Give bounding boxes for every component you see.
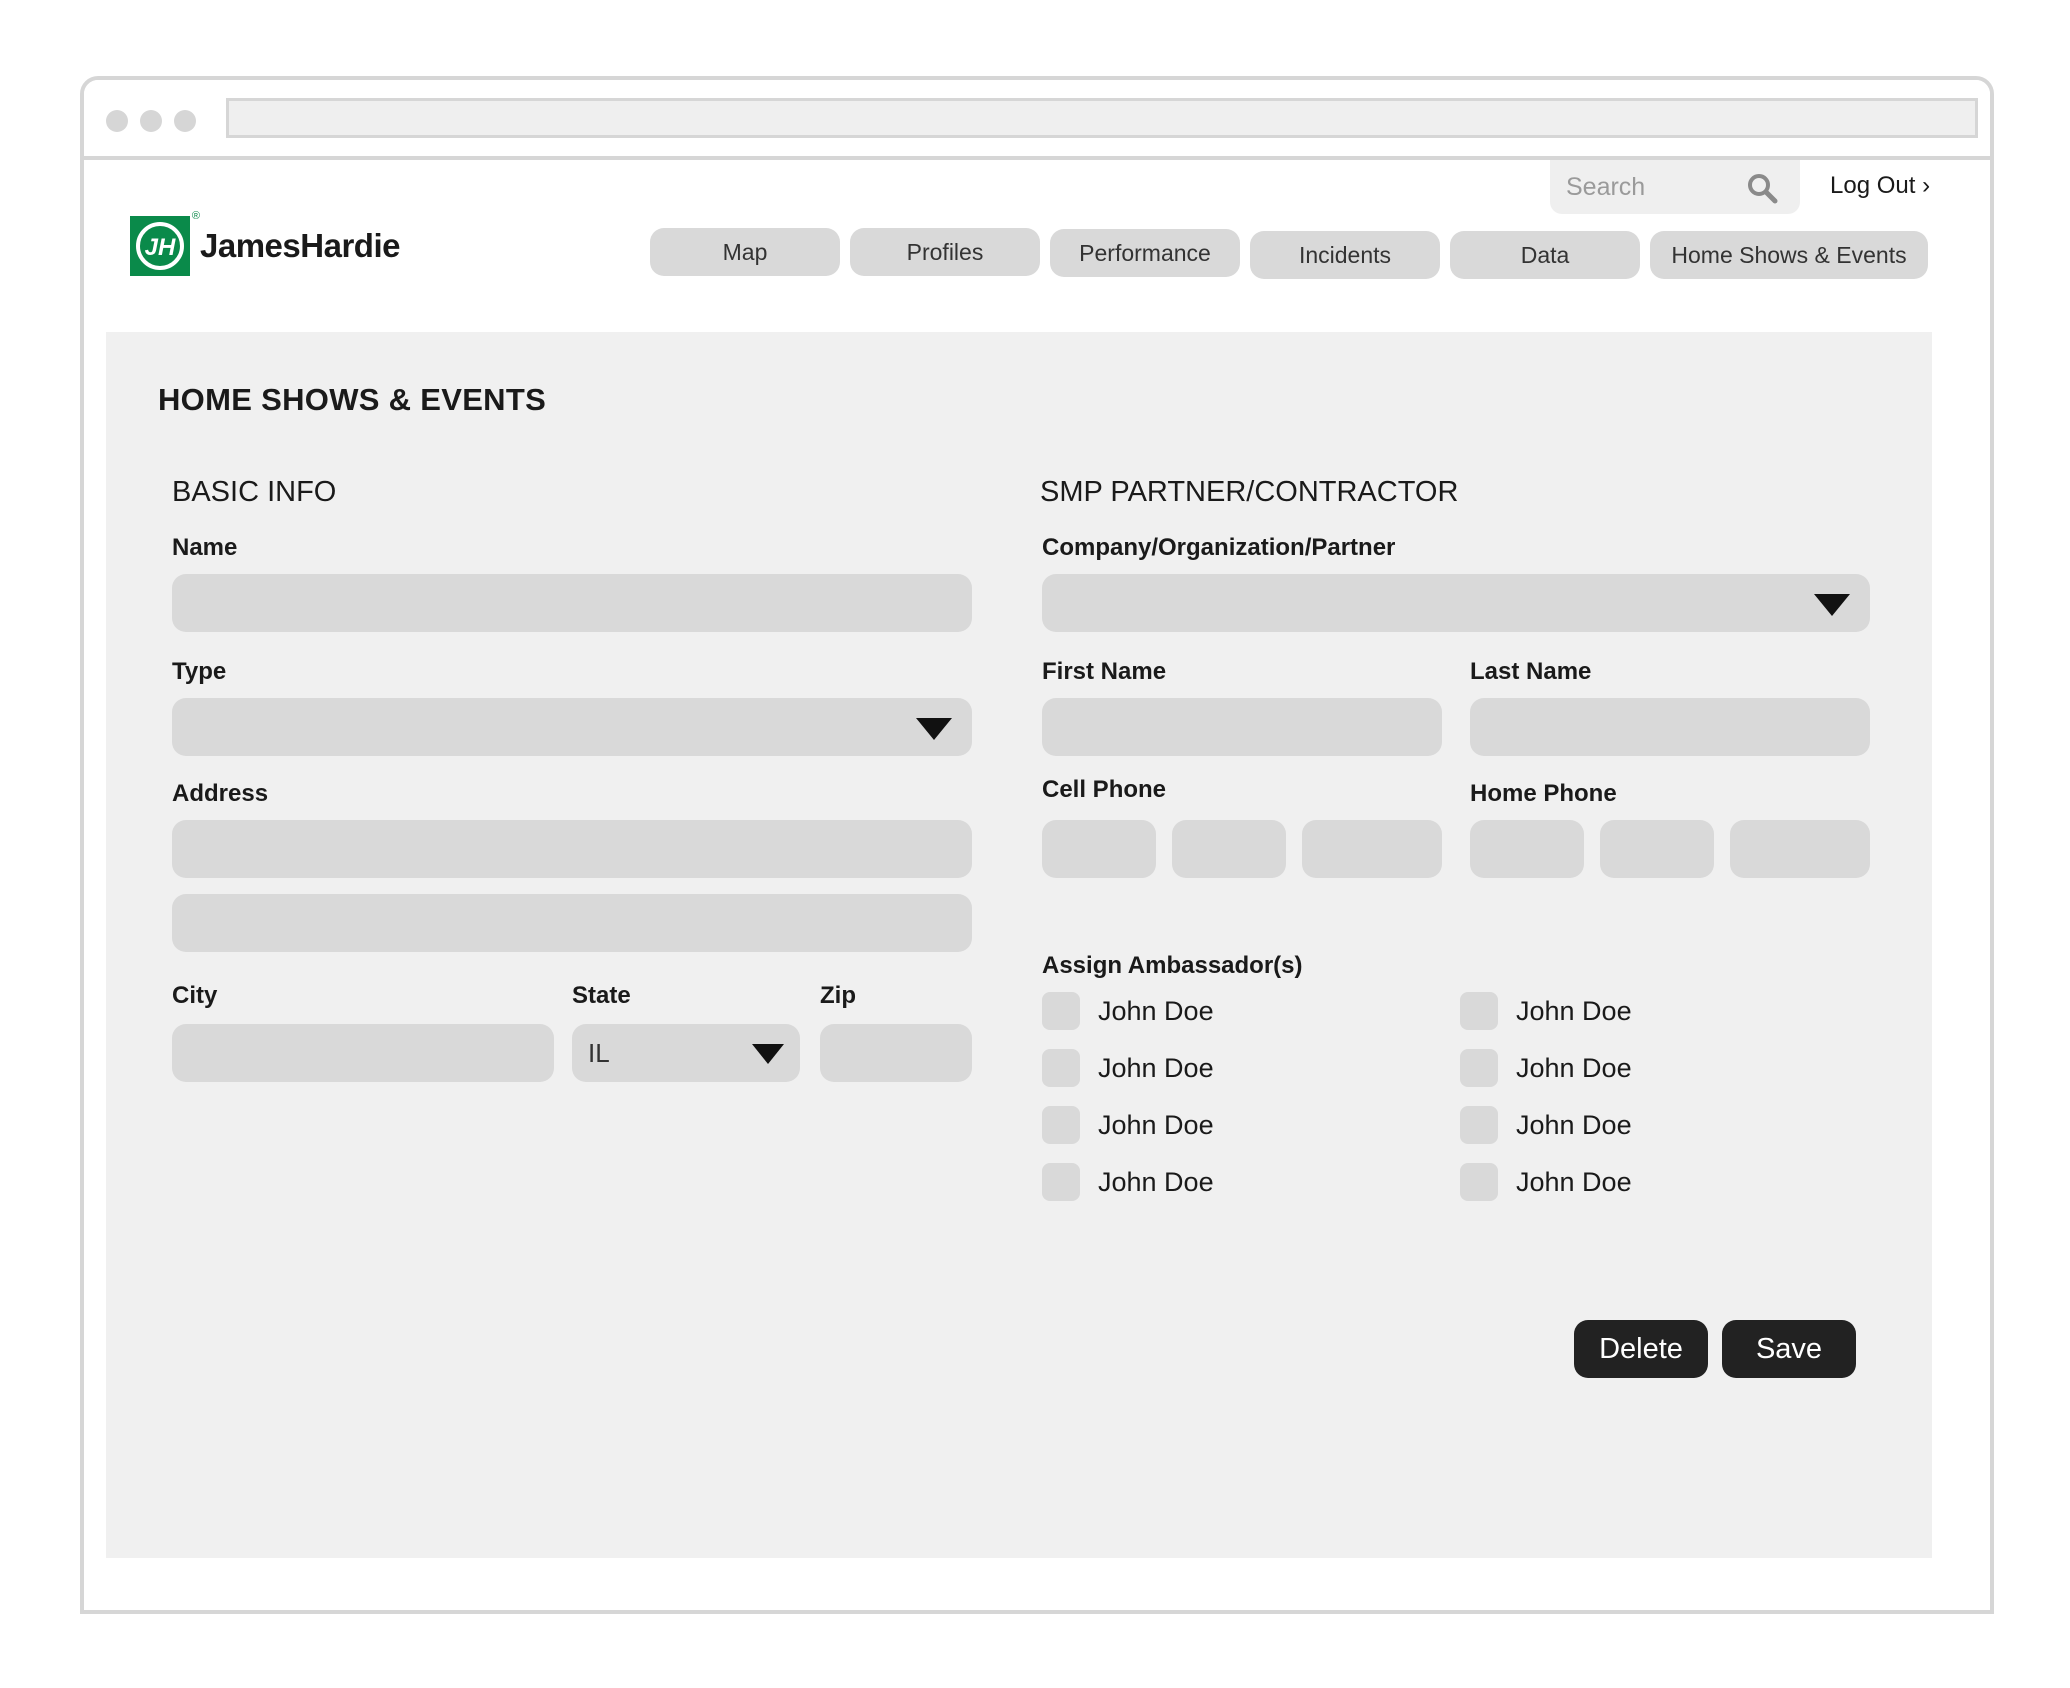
home-phone-line[interactable] xyxy=(1730,820,1870,878)
city-label: City xyxy=(172,982,218,1009)
svg-text:JH: JH xyxy=(145,234,176,261)
partner-heading: SMP PARTNER/CONTRACTOR xyxy=(1040,476,1459,508)
ambassador-name: John Doe xyxy=(1098,995,1214,1026)
city-input[interactable] xyxy=(172,1024,554,1082)
address-bar[interactable] xyxy=(226,98,1978,138)
assign-ambassadors-label: Assign Ambassador(s) xyxy=(1042,952,1303,979)
browser-window: JH ® JamesHardie Log Out › Map Profiles … xyxy=(80,76,1994,1614)
ambassador-name: John Doe xyxy=(1098,1166,1214,1197)
window-dot-icon[interactable] xyxy=(140,110,162,132)
checkbox[interactable] xyxy=(1460,1049,1498,1087)
chevron-down-icon xyxy=(752,1044,784,1064)
state-label: State xyxy=(572,982,631,1009)
home-phone-label: Home Phone xyxy=(1470,780,1617,807)
address-line1-input[interactable] xyxy=(172,820,972,878)
address-line2-input[interactable] xyxy=(172,894,972,952)
chevron-down-icon xyxy=(916,718,952,740)
checkbox[interactable] xyxy=(1460,1106,1498,1144)
tab-incidents[interactable]: Incidents xyxy=(1250,231,1440,279)
search-input[interactable] xyxy=(1566,172,1746,202)
ambassador-name: John Doe xyxy=(1098,1052,1214,1083)
ambassador-option[interactable]: John Doe xyxy=(1042,1163,1214,1201)
ambassador-name: John Doe xyxy=(1516,995,1632,1026)
first-name-label: First Name xyxy=(1042,658,1167,685)
brand-logo[interactable]: JH ® JamesHardie xyxy=(130,210,400,276)
tab-home-shows-events[interactable]: Home Shows & Events xyxy=(1650,231,1928,279)
cell-phone-area-code[interactable] xyxy=(1042,820,1156,878)
ambassador-name: John Doe xyxy=(1516,1109,1632,1140)
ambassador-option[interactable]: John Doe xyxy=(1042,1049,1214,1087)
state-value: IL xyxy=(588,1038,610,1068)
page-title: HOME SHOWS & EVENTS xyxy=(158,382,547,417)
home-phone-area-code[interactable] xyxy=(1470,820,1584,878)
delete-button[interactable]: Delete xyxy=(1574,1320,1708,1378)
logout-link[interactable]: Log Out › xyxy=(1830,172,1930,200)
last-name-label: Last Name xyxy=(1470,658,1592,685)
last-name-input[interactable] xyxy=(1470,698,1870,756)
window-dot-icon[interactable] xyxy=(174,110,196,132)
chevron-down-icon xyxy=(1814,594,1850,616)
checkbox[interactable] xyxy=(1460,992,1498,1030)
address-label: Address xyxy=(172,780,269,807)
tab-map[interactable]: Map xyxy=(650,228,840,276)
type-select[interactable] xyxy=(172,698,972,756)
checkbox[interactable] xyxy=(1042,1049,1080,1087)
browser-chrome xyxy=(84,80,1990,160)
jh-logo-icon: JH ® xyxy=(130,210,200,276)
city-field[interactable] xyxy=(172,1024,554,1082)
search-box[interactable] xyxy=(1550,160,1800,214)
company-select[interactable] xyxy=(1042,574,1870,632)
name-label: Name xyxy=(172,534,238,561)
home-phone-prefix[interactable] xyxy=(1600,820,1714,878)
type-label: Type xyxy=(172,658,227,685)
company-label: Company/Organization/Partner xyxy=(1042,534,1396,561)
ambassador-option[interactable]: John Doe xyxy=(1460,1049,1632,1087)
window-dot-icon[interactable] xyxy=(106,110,128,132)
cell-phone-label: Cell Phone xyxy=(1042,776,1167,803)
first-name-input[interactable] xyxy=(1042,698,1442,756)
search-icon[interactable] xyxy=(1746,172,1778,209)
logo-text: JamesHardie xyxy=(200,227,400,264)
content-panel: HOME SHOWS & EVENTS BASIC INFO Name Type… xyxy=(106,332,1932,1558)
ambassador-option[interactable]: John Doe xyxy=(1042,992,1214,1030)
last-name-field[interactable] xyxy=(1470,698,1870,756)
tab-profiles[interactable]: Profiles xyxy=(850,228,1040,276)
name-field[interactable] xyxy=(172,574,972,632)
zip-input[interactable] xyxy=(820,1024,972,1082)
ambassador-option[interactable]: John Doe xyxy=(1460,992,1632,1030)
cell-phone-line[interactable] xyxy=(1302,820,1442,878)
tab-performance[interactable]: Performance xyxy=(1050,229,1240,277)
name-input[interactable] xyxy=(172,574,972,632)
checkbox[interactable] xyxy=(1042,1163,1080,1201)
checkbox[interactable] xyxy=(1042,992,1080,1030)
first-name-field[interactable] xyxy=(1042,698,1442,756)
basic-info-heading: BASIC INFO xyxy=(172,476,337,508)
save-button[interactable]: Save xyxy=(1722,1320,1856,1378)
cell-phone-prefix[interactable] xyxy=(1172,820,1286,878)
ambassador-name: John Doe xyxy=(1098,1109,1214,1140)
address-line1-field[interactable] xyxy=(172,820,972,878)
checkbox[interactable] xyxy=(1042,1106,1080,1144)
tab-data[interactable]: Data xyxy=(1450,231,1640,279)
zip-field[interactable] xyxy=(820,1024,972,1082)
address-line2-field[interactable] xyxy=(172,894,972,952)
state-select[interactable]: IL xyxy=(572,1024,800,1082)
registered-icon: ® xyxy=(191,210,200,222)
ambassador-option[interactable]: John Doe xyxy=(1042,1106,1214,1144)
zip-label: Zip xyxy=(820,982,856,1009)
ambassador-name: John Doe xyxy=(1516,1052,1632,1083)
ambassador-name: John Doe xyxy=(1516,1166,1632,1197)
ambassador-option[interactable]: John Doe xyxy=(1460,1163,1632,1201)
ambassador-option[interactable]: John Doe xyxy=(1460,1106,1632,1144)
checkbox[interactable] xyxy=(1460,1163,1498,1201)
